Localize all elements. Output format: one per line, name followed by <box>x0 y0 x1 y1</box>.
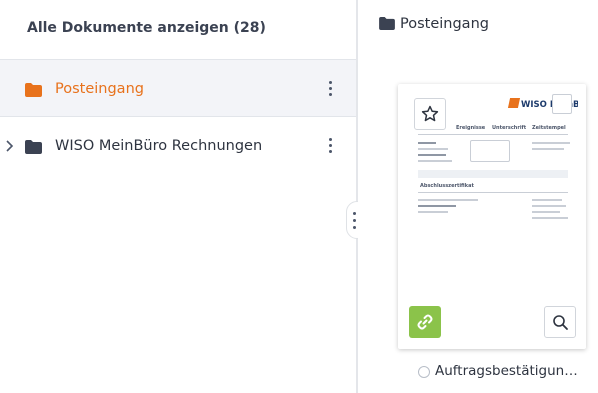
document-card[interactable]: WISO MeinB Ereignisse Unterschrift Zeits… <box>398 84 586 349</box>
chevron-right-icon[interactable] <box>5 139 15 153</box>
preview-button[interactable] <box>544 306 576 338</box>
document-select-radio[interactable] <box>418 366 430 378</box>
folder-label: Posteingang <box>55 81 144 97</box>
folder-icon <box>25 140 42 154</box>
thumbnail-header: Ereignisse <box>456 125 486 131</box>
all-documents-link[interactable]: Alle Dokumente anzeigen (28) <box>27 18 266 38</box>
link-icon <box>417 314 433 330</box>
document-panel: Posteingang WISO MeinB Ereignisse Unters… <box>358 0 598 393</box>
more-options-icon[interactable] <box>322 135 338 157</box>
thumbnail-header: Unterschrift <box>492 125 527 131</box>
favorite-button[interactable] <box>414 98 446 130</box>
thumbnail-signature-box <box>470 140 510 162</box>
link-button[interactable] <box>409 306 441 338</box>
more-options-icon[interactable] <box>322 78 338 100</box>
search-icon <box>553 315 568 330</box>
folder-icon <box>379 17 395 30</box>
star-icon <box>421 105 439 122</box>
folder-row-posteingang[interactable]: Posteingang <box>0 59 356 116</box>
folder-icon <box>25 83 42 97</box>
thumbnail-checkbox <box>552 94 572 114</box>
thumbnail-header: Zeitstempel <box>532 125 566 131</box>
folder-panel: Alle Dokumente anzeigen (28) Posteingang… <box>0 0 356 393</box>
breadcrumb-title: Posteingang <box>400 16 489 32</box>
folder-label: WISO MeinBüro Rechnungen <box>55 138 263 154</box>
folder-row-wiso-meinbuero-rechnungen[interactable]: WISO MeinBüro Rechnungen <box>0 116 356 173</box>
logo-mark-icon <box>507 98 521 108</box>
document-name[interactable]: Auftragsbestätigung_... <box>435 361 585 381</box>
thumbnail-section-title: Abschlusszertifikat <box>420 183 474 189</box>
